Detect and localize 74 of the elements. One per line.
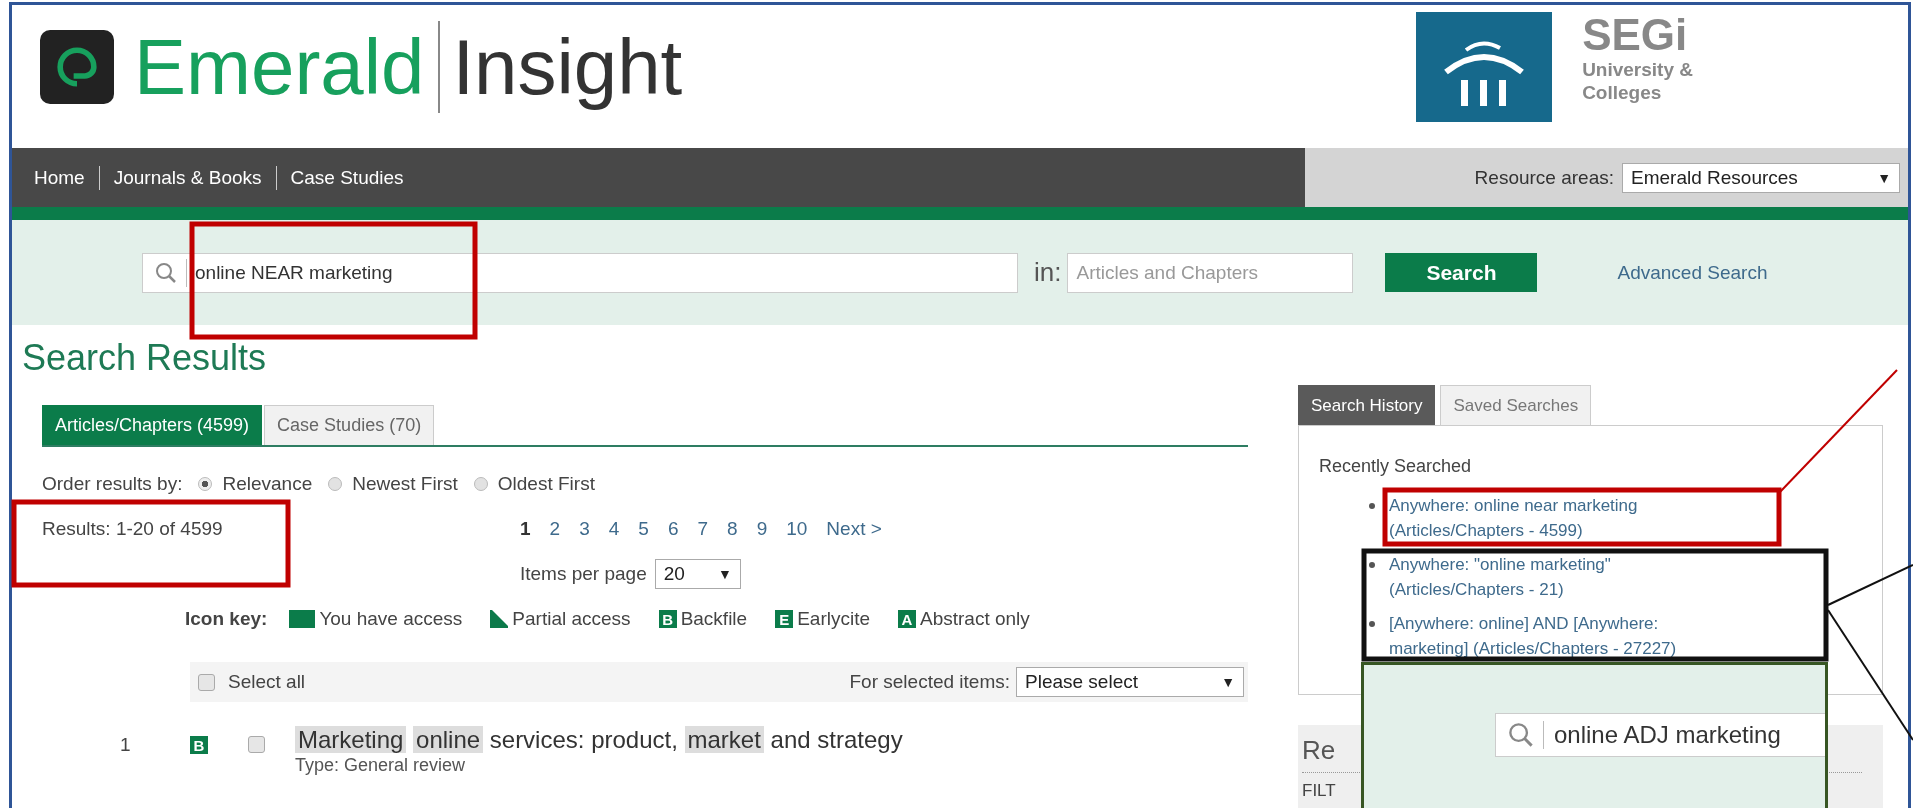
institution-subtitle: University &: [1582, 58, 1693, 81]
result-type: Type: General review: [295, 756, 467, 774]
bullet-icon: [1369, 503, 1375, 509]
action-select[interactable]: Please select ▼: [1016, 667, 1244, 697]
icon-key-label: Icon key:: [185, 608, 268, 630]
icon-key-text: Partial access: [512, 608, 631, 630]
results-tab[interactable]: Case Studies (70): [264, 405, 435, 445]
search-field[interactable]: online ADJ marketing: [1495, 713, 1825, 757]
scope-field[interactable]: Articles and Chapters: [1067, 252, 1354, 293]
radio-label: Relevance: [222, 473, 313, 495]
history-link[interactable]: Anywhere: online near marketing (Articles/Chapters - 4599): [1389, 493, 1638, 543]
history-link[interactable]: Anywhere: "online marketing" (Articles/Chapters - 21): [1389, 552, 1611, 602]
result-title-link[interactable]: Marketing online services: product, market and strategy: [295, 724, 903, 756]
page-link[interactable]: 4: [608, 518, 620, 540]
radio-label: Newest First: [352, 473, 458, 495]
select-all-label: Select all: [228, 671, 306, 693]
page-link[interactable]: 8: [727, 518, 738, 540]
checkbox[interactable]: [198, 673, 215, 691]
page-link[interactable]: 6: [667, 518, 679, 540]
results-tab[interactable]: Articles/Chapters (4599): [42, 405, 263, 445]
search-icon: [155, 261, 177, 284]
radio-button[interactable]: [473, 477, 488, 491]
spiral-logo-icon: [40, 30, 114, 104]
page-heading: Search Results: [22, 338, 268, 378]
page-link[interactable]: 9: [756, 518, 768, 540]
in-label: in:: [1034, 257, 1062, 288]
institution-subtitle: Colleges: [1582, 81, 1663, 104]
items-per-page-label: Items per page: [520, 563, 647, 585]
page-link[interactable]: 7: [697, 518, 709, 540]
items-per-page-select[interactable]: 20 ▼: [654, 559, 741, 589]
radio-button[interactable]: [328, 477, 343, 491]
results-count: Results: 1-20 of 4599: [42, 518, 224, 540]
icon-key-text: Abstract only: [920, 608, 1030, 630]
search-field[interactable]: online NEAR marketing: [142, 252, 1018, 293]
nav-link[interactable]: Home: [34, 165, 99, 190]
history-tab[interactable]: Search History: [1298, 385, 1436, 425]
full-access-icon: [289, 610, 316, 628]
page-link[interactable]: 2: [549, 518, 561, 540]
page-link[interactable]: 1: [520, 518, 531, 540]
page-link[interactable]: 3: [579, 518, 590, 540]
advanced-search-link[interactable]: Advanced Search: [1617, 261, 1768, 284]
search-button[interactable]: Search: [1385, 253, 1538, 292]
result-number: 1: [120, 734, 132, 756]
order-label: Order results by:: [42, 473, 183, 495]
resource-areas-select[interactable]: Emerald Resources ▼: [1622, 162, 1900, 193]
letter-badge: B: [190, 736, 208, 754]
for-selected-label: For selected items:: [849, 671, 1010, 693]
bullet-icon: [1369, 621, 1375, 627]
building-logo-icon: [1416, 12, 1553, 122]
nav-link[interactable]: Case Studies: [275, 165, 418, 190]
resource-areas-label: Resource areas:: [1474, 166, 1614, 189]
icon-key-text: Backfile: [680, 608, 748, 630]
radio-label: Oldest First: [497, 473, 595, 495]
logo-brand: Emerald: [134, 21, 441, 113]
page-link[interactable]: 5: [638, 518, 649, 540]
icon-key-text: You have access: [319, 608, 463, 630]
bullet-icon: [1369, 562, 1375, 568]
next-page-link[interactable]: Next >: [826, 518, 882, 540]
checkbox[interactable]: [248, 736, 265, 753]
history-link[interactable]: [Anywhere: online] AND [Anywhere: marketing] (Articles/Chapters - 27227): [1389, 611, 1677, 661]
history-tab[interactable]: Saved Searches: [1440, 385, 1592, 425]
icon-key-text: Earlycite: [797, 608, 870, 630]
institution-name: SEGi: [1582, 12, 1689, 58]
history-heading: Recently Searched: [1319, 456, 1473, 477]
search-icon: [1508, 722, 1534, 748]
letter-badge: A: [898, 610, 916, 628]
filter-label: FILT: [1302, 781, 1337, 801]
page-link[interactable]: 10: [786, 518, 808, 540]
partial-access-icon: [490, 610, 509, 628]
nav-link[interactable]: Journals & Books: [98, 165, 276, 190]
logo-product: Insight: [451, 22, 683, 113]
letter-badge: B: [658, 610, 677, 628]
letter-badge: E: [775, 610, 794, 628]
radio-button[interactable]: [198, 477, 213, 491]
